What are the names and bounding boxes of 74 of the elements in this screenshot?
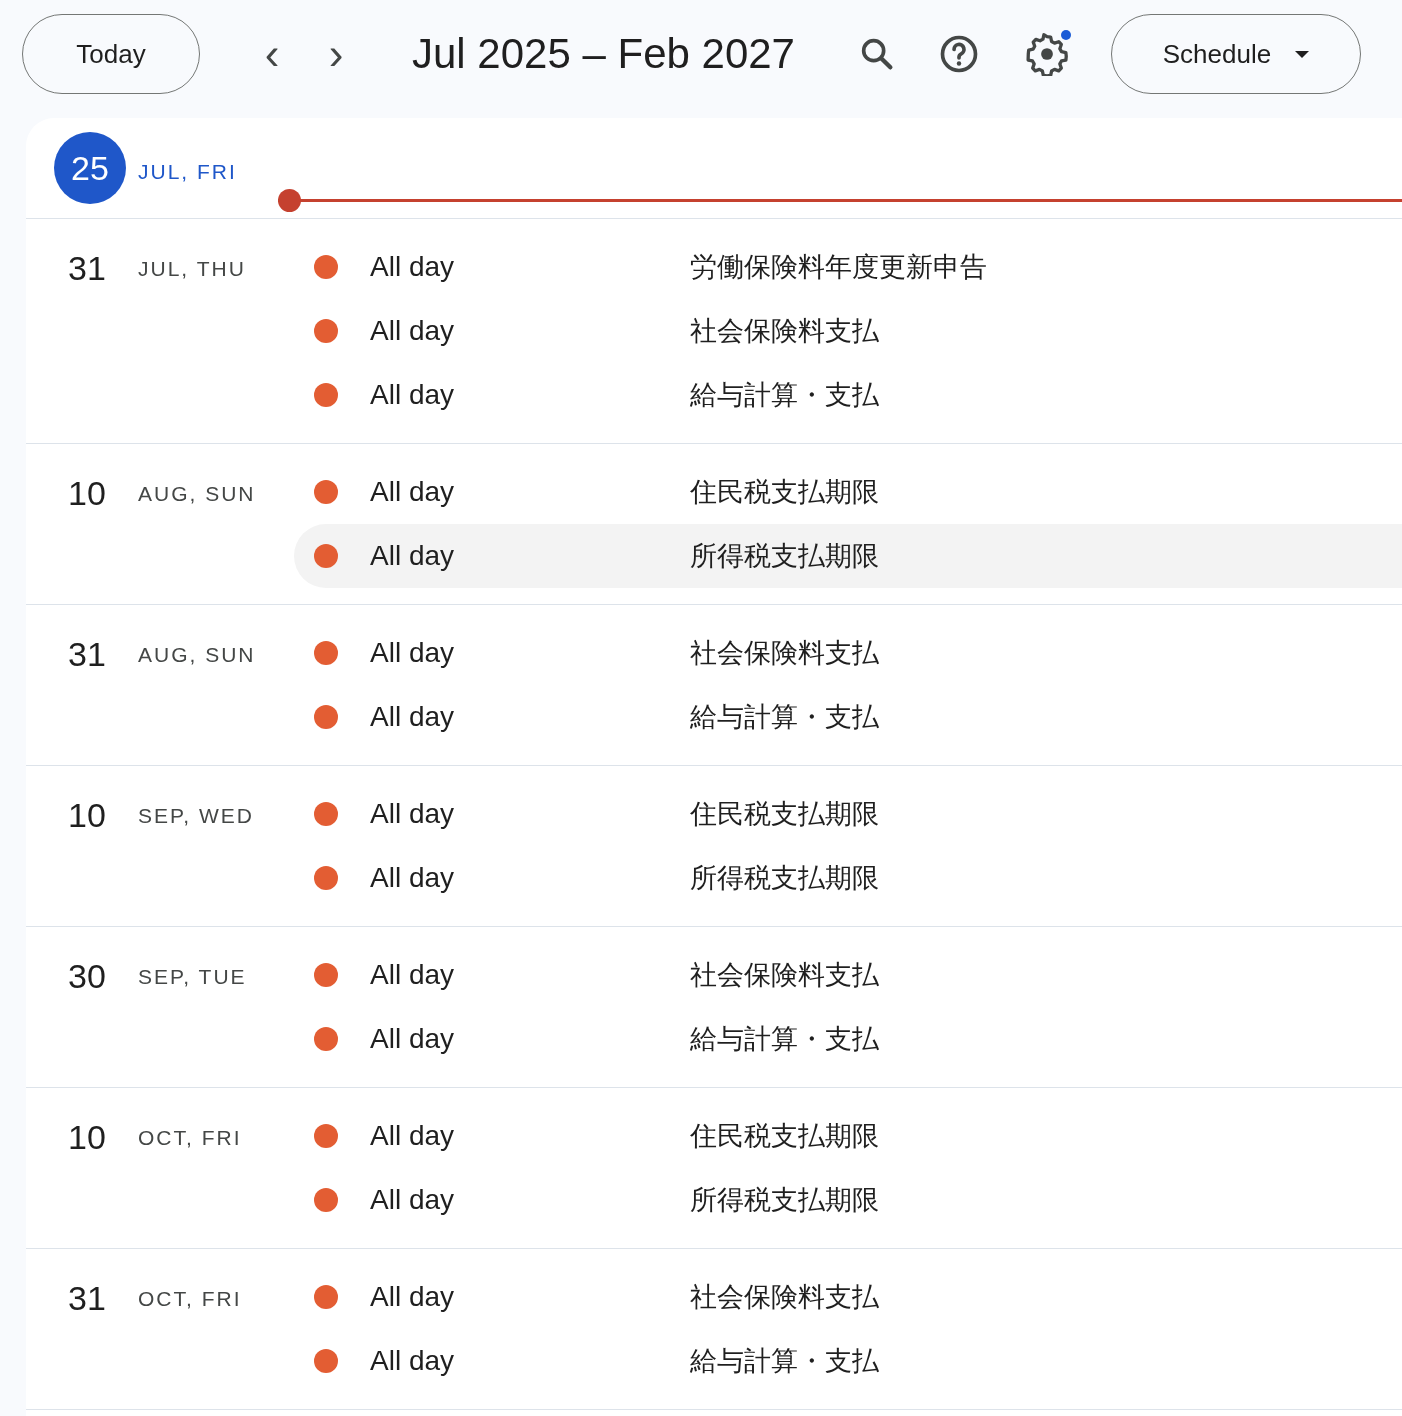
event-time: All day bbox=[370, 1281, 456, 1313]
event-time: All day bbox=[370, 1120, 456, 1152]
event-row[interactable]: All day 社会保険料支払 bbox=[294, 299, 1402, 363]
day-label: SEP, TUE bbox=[138, 965, 247, 989]
event-time: All day bbox=[370, 1023, 456, 1055]
event-title: 給与計算・支払 bbox=[690, 701, 879, 734]
event-title: 社会保険料支払 bbox=[690, 315, 879, 348]
event-row[interactable]: All day 所得税支払期限 bbox=[294, 1168, 1402, 1232]
event-time: All day bbox=[370, 637, 456, 669]
day-label: OCT, FRI bbox=[138, 1287, 242, 1311]
settings-icon[interactable] bbox=[1024, 32, 1069, 76]
today-date-badge[interactable]: 25 bbox=[54, 132, 126, 204]
event-title: 給与計算・支払 bbox=[690, 1023, 879, 1056]
event-title: 所得税支払期限 bbox=[690, 540, 879, 573]
event-title: 社会保険料支払 bbox=[690, 959, 879, 992]
event-time: All day bbox=[370, 1345, 456, 1377]
today-date-label: JUL, FRI bbox=[138, 160, 237, 184]
event-row[interactable]: All day 給与計算・支払 bbox=[294, 1329, 1402, 1393]
day-label: AUG, SUN bbox=[138, 482, 256, 506]
event-dot bbox=[314, 705, 338, 729]
event-time: All day bbox=[370, 540, 456, 572]
event-dot bbox=[314, 866, 338, 890]
event-row[interactable]: All day 住民税支払期限 bbox=[294, 1104, 1402, 1168]
event-dot bbox=[314, 1027, 338, 1051]
event-row[interactable]: All day 住民税支払期限 bbox=[294, 782, 1402, 846]
event-time: All day bbox=[370, 959, 456, 991]
event-dot bbox=[314, 1349, 338, 1373]
event-title: 所得税支払期限 bbox=[690, 862, 879, 895]
event-title: 給与計算・支払 bbox=[690, 379, 879, 412]
event-row[interactable]: All day 給与計算・支払 bbox=[294, 363, 1402, 427]
event-time: All day bbox=[370, 315, 456, 347]
date-range-title: Jul 2025 – Feb 2027 bbox=[412, 30, 795, 78]
event-dot bbox=[314, 319, 338, 343]
event-title: 住民税支払期限 bbox=[690, 1120, 879, 1153]
day-label: AUG, SUN bbox=[138, 643, 256, 667]
event-time: All day bbox=[370, 798, 456, 830]
event-time: All day bbox=[370, 701, 456, 733]
event-row[interactable]: All day 給与計算・支払 bbox=[294, 1007, 1402, 1071]
event-row[interactable]: All day 社会保険料支払 bbox=[294, 1265, 1402, 1329]
event-dot bbox=[314, 1124, 338, 1148]
event-dot bbox=[314, 480, 338, 504]
event-row[interactable]: All day 所得税支払期限 bbox=[294, 846, 1402, 910]
event-title: 社会保険料支払 bbox=[690, 637, 879, 670]
event-dot bbox=[314, 544, 338, 568]
event-dot bbox=[314, 641, 338, 665]
event-title: 住民税支払期限 bbox=[690, 798, 879, 831]
event-title: 労働保険料年度更新申告 bbox=[690, 251, 987, 284]
day-label: OCT, FRI bbox=[138, 1126, 242, 1150]
event-time: All day bbox=[370, 379, 456, 411]
event-dot bbox=[314, 802, 338, 826]
event-row[interactable]: All day 社会保険料支払 bbox=[294, 943, 1402, 1007]
event-dot bbox=[314, 963, 338, 987]
event-dot bbox=[314, 1285, 338, 1309]
event-row[interactable]: All day 所得税支払期限 bbox=[294, 524, 1402, 588]
previous-button[interactable]: ‹ bbox=[252, 28, 292, 80]
event-time: All day bbox=[370, 862, 456, 894]
event-dot bbox=[314, 1188, 338, 1212]
next-button[interactable]: › bbox=[316, 28, 356, 80]
event-title: 住民税支払期限 bbox=[690, 476, 879, 509]
event-dot bbox=[314, 383, 338, 407]
day-label: JUL, THU bbox=[138, 257, 246, 281]
event-row[interactable]: All day 社会保険料支払 bbox=[294, 621, 1402, 685]
caret-icon bbox=[1295, 50, 1310, 58]
event-dot bbox=[314, 255, 338, 279]
event-title: 給与計算・支払 bbox=[690, 1345, 879, 1378]
day-label: SEP, WED bbox=[138, 804, 254, 828]
event-row[interactable]: All day 住民税支払期限 bbox=[294, 460, 1402, 524]
event-time: All day bbox=[370, 251, 456, 283]
event-row[interactable]: All day 労働保険料年度更新申告 bbox=[294, 235, 1402, 299]
event-row[interactable]: All day 給与計算・支払 bbox=[294, 685, 1402, 749]
event-title: 所得税支払期限 bbox=[690, 1184, 879, 1217]
event-time: All day bbox=[370, 476, 456, 508]
event-time: All day bbox=[370, 1184, 456, 1216]
event-title: 社会保険料支払 bbox=[690, 1281, 879, 1314]
